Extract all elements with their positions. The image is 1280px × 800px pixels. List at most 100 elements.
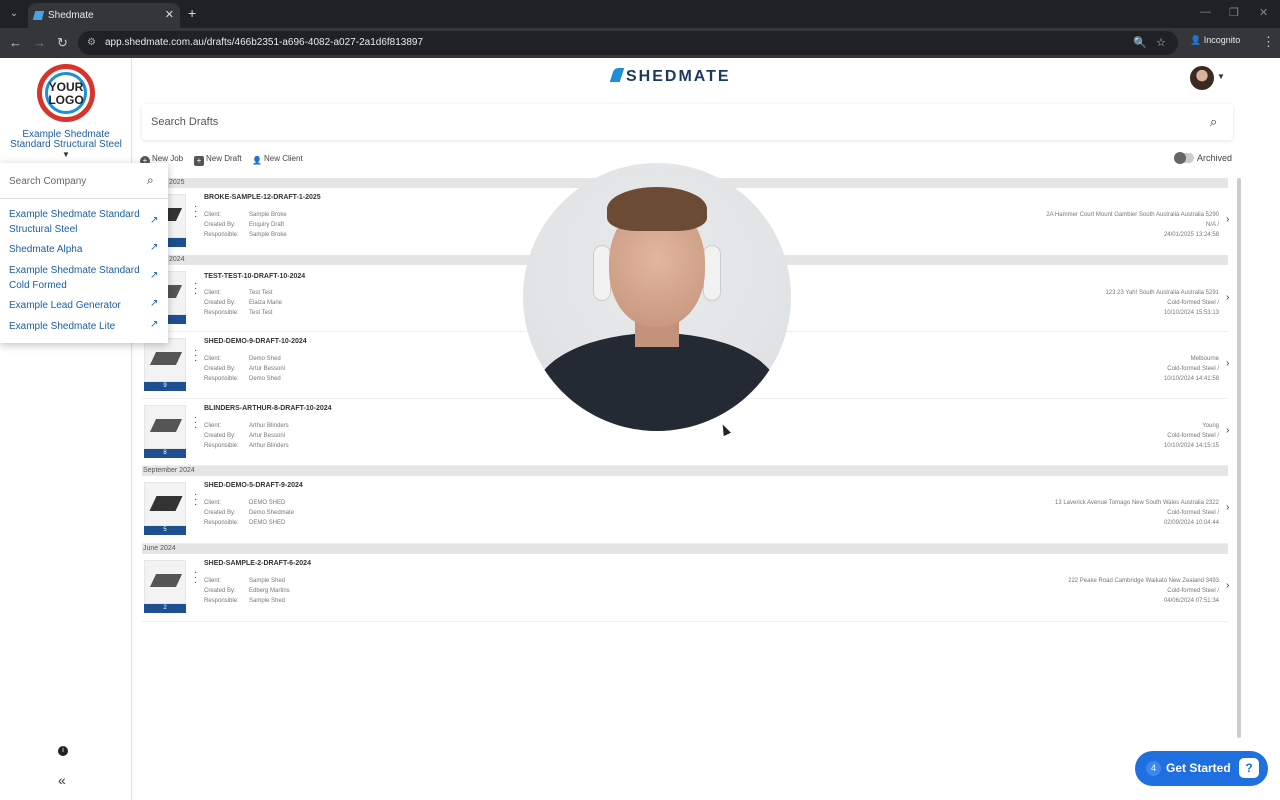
- external-link-icon[interactable]: ↗: [150, 270, 158, 281]
- chevron-right-icon[interactable]: ›: [1226, 358, 1229, 369]
- group-label: June 2024: [143, 545, 176, 552]
- chevron-right-icon[interactable]: ›: [1226, 292, 1229, 303]
- avatar[interactable]: [1190, 66, 1214, 90]
- responsible-value: Test Test: [249, 310, 273, 316]
- brand-logo[interactable]: SHEDMATE: [609, 68, 731, 86]
- url-field[interactable]: ⚙ app.shedmate.com.au/drafts/466b2351-a6…: [78, 31, 1178, 55]
- group-header: September 2024: [142, 466, 1228, 476]
- address-value: 2A Hammer Court Mount Gambier South Aust…: [1046, 212, 1219, 218]
- incognito-indicator[interactable]: 👤 Incognito: [1190, 35, 1240, 46]
- external-link-icon[interactable]: ↗: [150, 215, 158, 226]
- meta-label: Responsible:: [204, 598, 239, 604]
- restore-icon[interactable]: ❐: [1229, 6, 1239, 19]
- collapse-sidebar-icon[interactable]: «: [58, 772, 66, 788]
- chevron-right-icon[interactable]: ›: [1226, 580, 1229, 591]
- company-selector[interactable]: Example Shedmate Standard Structural Ste…: [2, 130, 130, 150]
- chevron-right-icon[interactable]: ›: [1226, 425, 1229, 436]
- company-option[interactable]: Shedmate Alpha: [9, 242, 159, 257]
- draft-title: SHED-DEMO-5-DRAFT-9-2024: [204, 482, 303, 489]
- tab-search-icon[interactable]: ⌄: [6, 6, 22, 22]
- archived-toggle[interactable]: Archived: [1174, 152, 1233, 164]
- company-search[interactable]: Search Company ⌕: [0, 163, 168, 199]
- draft-count-badge: 2: [144, 604, 186, 613]
- row-menu-icon[interactable]: · · ·: [194, 279, 197, 299]
- company-option[interactable]: Example Lead Generator: [9, 298, 159, 313]
- row-menu-icon[interactable]: · · ·: [194, 490, 197, 510]
- meta-label: Client:: [204, 423, 222, 429]
- shedmate-logo-icon: [609, 68, 625, 82]
- draft-count-badge: 8: [144, 449, 186, 458]
- chevron-down-icon[interactable]: ▼: [62, 150, 70, 159]
- reload-icon[interactable]: ↻: [57, 35, 68, 51]
- new-client-button[interactable]: 👤 New Client: [252, 154, 303, 166]
- created-by-value: Elaiza Marie: [249, 300, 283, 306]
- client-value: DEMO SHED: [249, 500, 286, 506]
- shed-thumbnail: [144, 560, 186, 604]
- address-value: Melbourne: [1190, 356, 1219, 362]
- meta-label: Client:: [204, 578, 222, 584]
- chevron-down-icon[interactable]: ▼: [1217, 72, 1225, 81]
- archived-label: Archived: [1197, 153, 1233, 163]
- row-menu-icon[interactable]: · · ·: [194, 413, 197, 433]
- shed-thumbnail: [144, 405, 186, 449]
- brand-text: SHEDMATE: [626, 68, 731, 85]
- group-header: June 2024: [142, 544, 1228, 554]
- responsible-value: DEMO SHED: [249, 520, 286, 526]
- window-close-icon[interactable]: ✕: [1259, 6, 1268, 19]
- get-started-label: Get Started: [1166, 761, 1231, 775]
- table-row[interactable]: 2 · · · SHED-SAMPLE-2-DRAFT-6-2024 Client:…: [142, 554, 1229, 622]
- company-option[interactable]: Example Shedmate Standard Structural Ste…: [9, 207, 159, 237]
- new-tab-icon[interactable]: +: [188, 5, 196, 21]
- responsible-value: Sample Broke: [249, 232, 287, 238]
- created-by-value: Demo Shedmate: [249, 510, 295, 516]
- row-menu-icon[interactable]: · · ·: [194, 346, 197, 366]
- created-by-value: Artur Bessoni: [249, 433, 286, 439]
- tab-close-icon[interactable]: ✕: [165, 3, 174, 28]
- new-draft-button[interactable]: + New Draft: [194, 154, 242, 166]
- shed-image: [149, 574, 183, 587]
- browser-menu-icon[interactable]: ⋮: [1262, 34, 1275, 50]
- browser-tab[interactable]: Shedmate ✕: [28, 3, 180, 28]
- drafts-search[interactable]: Search Drafts ⌕: [142, 104, 1233, 140]
- info-icon[interactable]: i: [58, 746, 68, 756]
- scrollbar[interactable]: [1237, 178, 1241, 738]
- date-value: 04/06/2024 07:51:34: [1163, 598, 1219, 604]
- draft-title: BLINDERS-ARTHUR-8-DRAFT-10-2024: [204, 405, 332, 412]
- external-link-icon[interactable]: ↗: [150, 319, 158, 330]
- minimize-icon[interactable]: —: [1200, 6, 1211, 18]
- external-link-icon[interactable]: ↗: [150, 242, 158, 253]
- forward-icon[interactable]: →: [33, 35, 46, 50]
- back-icon[interactable]: ←: [9, 35, 22, 50]
- meta-label: Client:: [204, 290, 222, 296]
- created-by-value: Enquiry Draft: [249, 222, 285, 228]
- add-person-icon: 👤: [252, 156, 262, 165]
- meta-label: Created By:: [204, 366, 236, 372]
- row-menu-icon[interactable]: · · ·: [194, 202, 197, 222]
- site-info-icon[interactable]: ⚙: [87, 31, 96, 55]
- search-icon[interactable]: ⌕: [1210, 114, 1217, 130]
- search-icon[interactable]: ⌕: [147, 173, 154, 188]
- meta-label: Responsible:: [204, 310, 239, 316]
- table-row[interactable]: 5 · · · SHED-DEMO-5-DRAFT-9-2024 Client: D…: [142, 476, 1229, 544]
- client-value: Sample Broke: [249, 212, 287, 218]
- external-link-icon[interactable]: ↗: [150, 298, 158, 309]
- address-bar: ← → ↻ ⚙ app.shedmate.com.au/drafts/466b2…: [0, 28, 1280, 58]
- webcam-person-hair: [607, 187, 707, 231]
- company-option[interactable]: Example Shedmate Standard Cold Formed: [9, 263, 159, 293]
- get-started-widget[interactable]: 4 Get Started ?: [1135, 751, 1268, 786]
- type-value: N/A /: [1205, 222, 1219, 228]
- chevron-right-icon[interactable]: ›: [1226, 502, 1229, 513]
- company-search-input[interactable]: Search Company: [9, 176, 86, 187]
- toggle-switch[interactable]: [1174, 152, 1194, 164]
- meta-label: Responsible:: [204, 232, 239, 238]
- chevron-right-icon[interactable]: ›: [1226, 214, 1229, 225]
- company-option[interactable]: Example Shedmate Lite: [9, 319, 159, 334]
- zoom-bookmark-icons[interactable]: 🔍 ☆: [1133, 31, 1166, 55]
- webcam-overlay: [523, 163, 791, 431]
- meta-label: Created By:: [204, 510, 236, 516]
- client-value: Demo Shed: [249, 356, 281, 362]
- drafts-search-input[interactable]: Search Drafts: [151, 116, 218, 128]
- chat-help-icon[interactable]: ?: [1239, 758, 1259, 778]
- new-client-label: New Client: [264, 154, 303, 163]
- row-menu-icon[interactable]: · · ·: [194, 568, 197, 588]
